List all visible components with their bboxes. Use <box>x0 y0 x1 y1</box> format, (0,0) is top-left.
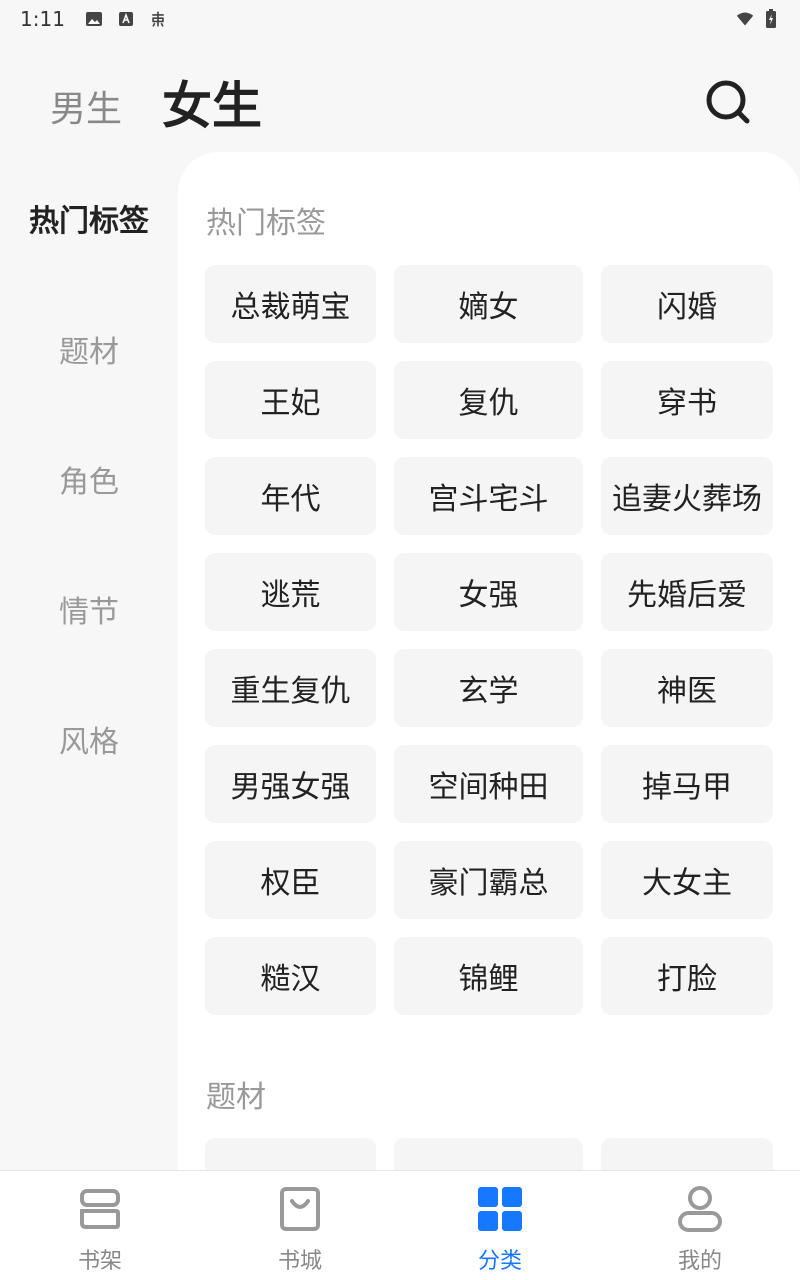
tag-chip[interactable]: 年代 <box>205 457 376 535</box>
bookstore-bag-icon <box>280 1187 320 1231</box>
section-title-hot-tags: 热门标签 <box>206 206 326 241</box>
battery-charging-icon <box>762 9 780 28</box>
nav-label-bookshelf: 书架 <box>77 1249 122 1274</box>
bug-notification-icon <box>149 10 167 28</box>
tag-chip[interactable]: 糙汉 <box>205 937 376 1015</box>
tag-chip[interactable]: 总裁萌宝 <box>205 265 376 343</box>
tag-content-panel[interactable]: 热门标签 总裁萌宝 嫡女 闪婚王妃 复仇 穿书年代 宫斗宅斗 追妻火葬场逃荒 女强 先婚后爱重生… <box>178 152 800 1170</box>
status-time: 1:11 <box>20 7 65 31</box>
tag-chip[interactable]: 锦鲤 <box>394 937 583 1015</box>
tag-chip[interactable]: 男强女强 <box>205 745 376 823</box>
section-title-theme: 题材 <box>206 1080 266 1115</box>
tag-chip[interactable]: 先婚后爱 <box>601 553 773 631</box>
tab-female[interactable]: 女生 <box>162 66 262 138</box>
side-item-role[interactable]: 角色 <box>0 457 178 501</box>
tag-chip[interactable]: 玄学 <box>394 649 583 727</box>
tag-chip[interactable]: 逃荒 <box>205 553 376 631</box>
profile-icon <box>678 1186 722 1232</box>
tab-male[interactable]: 男生 <box>50 80 122 132</box>
tag-chip[interactable]: 宫斗宅斗 <box>394 457 583 535</box>
tag-chip[interactable] <box>394 1138 583 1170</box>
tag-chip[interactable] <box>601 1138 773 1170</box>
tag-chip[interactable]: 复仇 <box>394 361 583 439</box>
search-button[interactable] <box>700 74 756 130</box>
tag-chip[interactable]: 大女主 <box>601 841 773 919</box>
wifi-icon <box>736 10 754 28</box>
nav-category[interactable]: 分类 <box>400 1171 600 1280</box>
tag-chip[interactable]: 空间种田 <box>394 745 583 823</box>
nav-label-bookstore: 书城 <box>277 1249 322 1274</box>
bottom-nav: 书架 书城 分类 我的 <box>0 1170 800 1280</box>
tag-chip[interactable]: 神医 <box>601 649 773 727</box>
app-notification-icon <box>117 10 135 28</box>
nav-label-category: 分类 <box>477 1249 522 1274</box>
tag-chip[interactable]: 闪婚 <box>601 265 773 343</box>
tag-chip[interactable]: 嫡女 <box>394 265 583 343</box>
side-item-hot-tags[interactable]: 热门标签 <box>0 196 178 240</box>
nav-bookshelf[interactable]: 书架 <box>0 1171 200 1280</box>
side-item-theme[interactable]: 题材 <box>0 327 178 371</box>
tag-chip[interactable]: 权臣 <box>205 841 376 919</box>
tag-chip[interactable] <box>205 1138 376 1170</box>
tag-chip[interactable]: 豪门霸总 <box>394 841 583 919</box>
side-item-style[interactable]: 风格 <box>0 717 178 761</box>
nav-profile[interactable]: 我的 <box>600 1171 800 1280</box>
tag-chip[interactable]: 女强 <box>394 553 583 631</box>
nav-bookstore[interactable]: 书城 <box>200 1171 400 1280</box>
bookshelf-icon <box>80 1189 120 1229</box>
tag-chip[interactable]: 重生复仇 <box>205 649 376 727</box>
tag-chip[interactable]: 王妃 <box>205 361 376 439</box>
tag-chip[interactable]: 追妻火葬场 <box>601 457 773 535</box>
status-bar: 1:11 <box>0 0 800 38</box>
tag-chip[interactable]: 穿书 <box>601 361 773 439</box>
image-notification-icon <box>85 10 103 28</box>
side-item-plot[interactable]: 情节 <box>0 587 178 631</box>
category-side-nav: 热门标签 题材 角色 情节 风格 <box>0 150 178 1170</box>
tag-chip[interactable]: 掉马甲 <box>601 745 773 823</box>
tag-chip[interactable]: 打脸 <box>601 937 773 1015</box>
nav-label-profile: 我的 <box>677 1249 722 1274</box>
category-grid-icon <box>478 1187 522 1231</box>
header: 男生 女生 <box>0 40 800 150</box>
search-icon <box>706 80 750 124</box>
